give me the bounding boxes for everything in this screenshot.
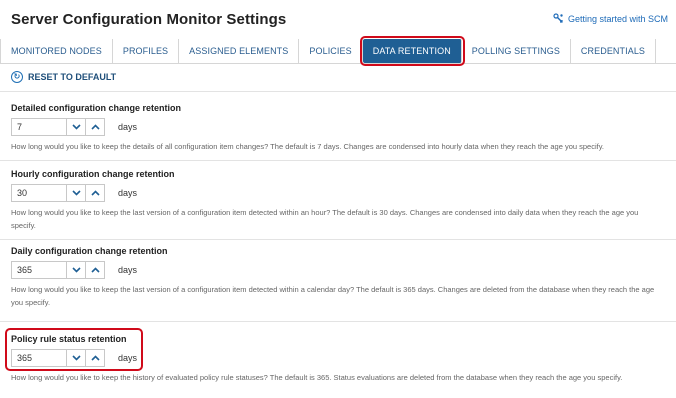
- reset-to-default-button[interactable]: ↻ RESET TO DEFAULT: [11, 69, 116, 85]
- tab-bar: MONITORED NODES PROFILES ASSIGNED ELEMEN…: [0, 36, 676, 66]
- reset-label: RESET TO DEFAULT: [28, 72, 117, 82]
- section-title: Daily configuration change retention: [11, 246, 168, 256]
- chevron-down-icon: [71, 355, 81, 361]
- detailed-retention-stepper: 7: [11, 118, 105, 136]
- hourly-retention-stepper: 30: [11, 184, 105, 202]
- chevron-down-icon: [71, 267, 81, 273]
- getting-started-label: Getting started with SCM: [567, 13, 668, 24]
- detailed-retention-input[interactable]: 7: [12, 119, 67, 135]
- section-description: How long would you like to keep the last…: [11, 285, 655, 307]
- tab-polling-settings[interactable]: POLLING SETTINGS: [462, 39, 571, 63]
- unit-label: days: [118, 353, 138, 363]
- getting-started-link[interactable]: Getting started with SCM: [553, 13, 668, 24]
- chevron-down-icon: [71, 190, 81, 196]
- tab-credentials[interactable]: CREDENTIALS: [571, 39, 657, 63]
- tab-policies[interactable]: POLICIES: [299, 39, 363, 63]
- detailed-retention-section: Detailed configuration change retention …: [11, 102, 671, 153]
- unit-label: days: [118, 188, 138, 198]
- policy-rule-retention-input[interactable]: 365: [12, 350, 67, 366]
- daily-retention-stepper: 365: [11, 261, 105, 279]
- section-description: How long would you like to keep the hist…: [11, 373, 623, 382]
- section-description: How long would you like to keep the deta…: [11, 142, 605, 151]
- chevron-down-icon: [71, 124, 81, 130]
- chevron-up-icon: [90, 267, 100, 273]
- section-description: How long would you like to keep the last…: [11, 208, 639, 230]
- increment-button[interactable]: [85, 350, 104, 366]
- unit-label: days: [118, 122, 138, 132]
- divider: [0, 91, 676, 92]
- chevron-up-icon: [90, 355, 100, 361]
- increment-button[interactable]: [85, 185, 104, 201]
- increment-button[interactable]: [85, 262, 104, 278]
- policy-rule-retention-stepper: 365: [11, 349, 105, 367]
- tab-data-retention[interactable]: DATA RETENTION: [359, 36, 465, 66]
- daily-retention-input[interactable]: 365: [12, 262, 67, 278]
- hourly-retention-section: Hourly configuration change retention 30…: [11, 168, 671, 232]
- settings-page: Server Configuration Monitor Settings Ge…: [0, 0, 676, 398]
- tab-assigned-elements[interactable]: ASSIGNED ELEMENTS: [179, 39, 300, 63]
- decrement-button[interactable]: [67, 119, 85, 135]
- decrement-button[interactable]: [67, 185, 85, 201]
- increment-button[interactable]: [85, 119, 104, 135]
- hourly-retention-input[interactable]: 30: [12, 185, 67, 201]
- divider: [0, 321, 676, 322]
- section-title: Policy rule status retention: [11, 334, 127, 344]
- tab-monitored-nodes[interactable]: MONITORED NODES: [0, 39, 113, 63]
- section-title: Hourly configuration change retention: [11, 169, 175, 179]
- decrement-button[interactable]: [67, 262, 85, 278]
- divider: [0, 239, 676, 240]
- chevron-up-icon: [90, 124, 100, 130]
- help-icon: [553, 13, 564, 24]
- tab-profiles[interactable]: PROFILES: [113, 39, 180, 63]
- reset-icon: ↻: [11, 71, 23, 83]
- daily-retention-section: Daily configuration change retention 365…: [11, 245, 671, 309]
- chevron-up-icon: [90, 190, 100, 196]
- page-title: Server Configuration Monitor Settings: [11, 11, 287, 28]
- unit-label: days: [118, 265, 138, 275]
- section-title: Detailed configuration change retention: [11, 103, 182, 113]
- decrement-button[interactable]: [67, 350, 85, 366]
- divider: [0, 160, 676, 161]
- policy-rule-retention-section: Policy rule status retention 365 days Ho…: [11, 333, 671, 384]
